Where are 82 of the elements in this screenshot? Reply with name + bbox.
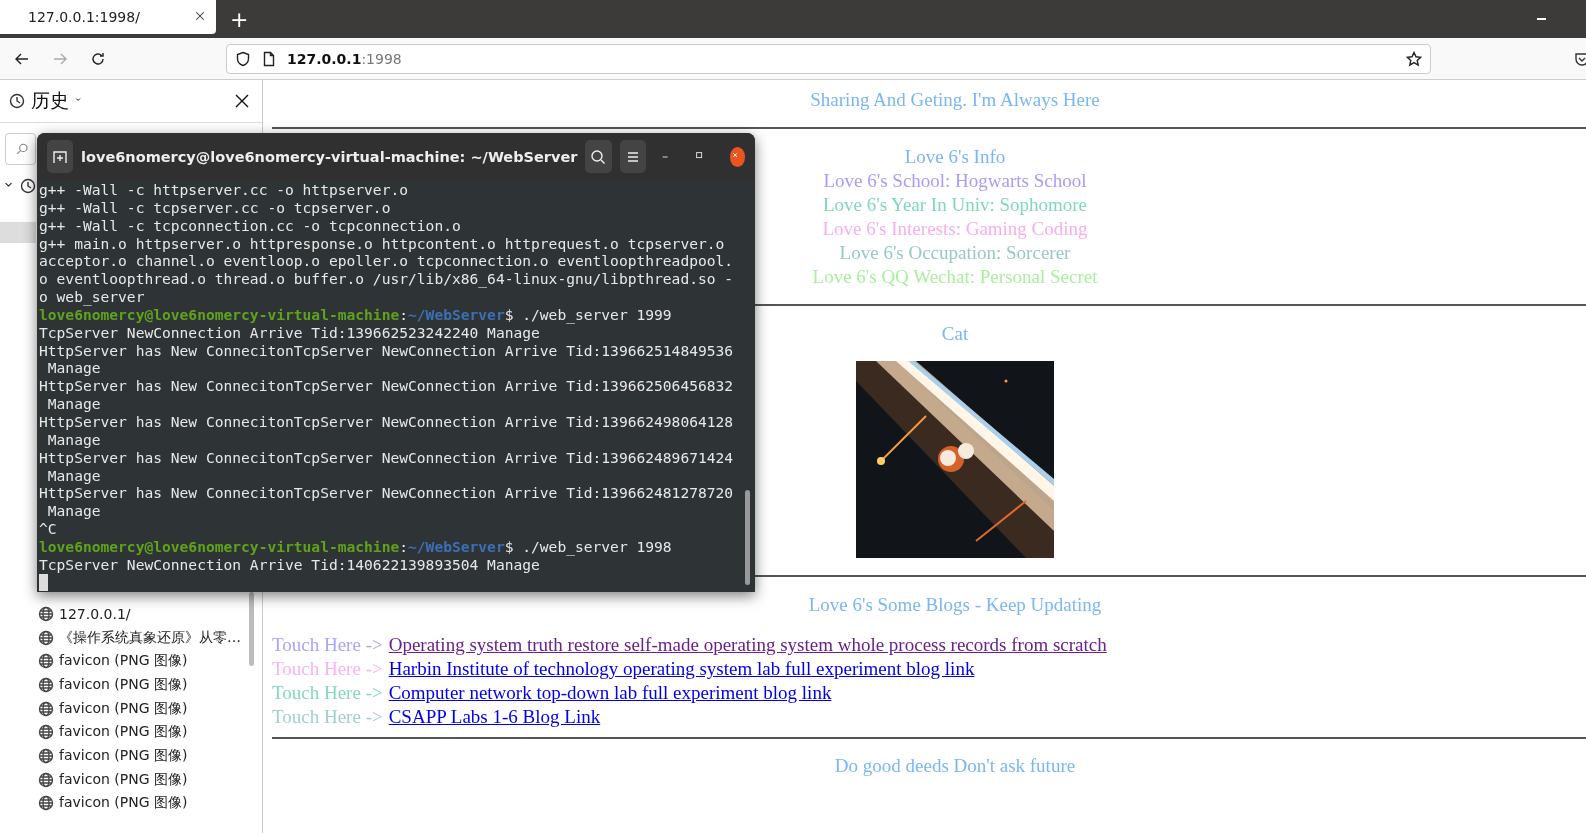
output-line: Manage xyxy=(46,395,102,413)
blogs-title: Love 6's Some Blogs - Keep Updating xyxy=(808,593,1102,617)
pocket-icon xyxy=(1574,50,1586,67)
search-field[interactable] xyxy=(5,133,36,165)
blog-link[interactable]: Operating system truth restore self-made operating system whole process records from scratch xyxy=(388,633,1107,657)
url-text: 127.0.0.1:1998 xyxy=(287,50,402,67)
link-prefix: Touch Here -> xyxy=(272,657,383,681)
blog-link[interactable]: Computer network top-down lab full experiment blog link xyxy=(388,681,832,705)
sidebar-title[interactable]: 历史 xyxy=(31,88,69,114)
history-item[interactable]: favicon (PNG 图像) xyxy=(0,649,262,674)
new-tab-button[interactable] xyxy=(47,140,74,173)
star-icon xyxy=(1406,50,1422,67)
link-prefix: Touch Here -> xyxy=(272,633,383,657)
page-footer: Do good deeds Don't ask future xyxy=(834,754,1076,778)
blog-link[interactable]: CSAPP Labs 1-6 Blog Link xyxy=(388,705,601,729)
globe-icon xyxy=(38,724,54,741)
info-line: Love 6's Interests: Gaming Coding xyxy=(822,217,1088,241)
output-line: TcpServer NewConnection Arrive Tid:140622139893504 Manage xyxy=(39,555,540,574)
output-line: HttpServer has New ConnecitonTcpServer NewConnection Arrive Tid:139662498064128 xyxy=(39,412,735,431)
close-button[interactable] xyxy=(729,146,745,167)
output-line: Manage xyxy=(46,359,102,378)
globe-icon xyxy=(38,700,54,717)
text-cursor xyxy=(39,573,48,591)
history-item[interactable]: 127.0.0.1/ xyxy=(0,602,262,626)
prompt-line: love6nomercy@love6nomercy-virtual-machine:~/WebServer$ ./web_server 1998 xyxy=(39,537,673,556)
history-item[interactable]: favicon (PNG 图像) xyxy=(0,720,262,745)
globe-icon xyxy=(38,795,54,812)
globe-icon xyxy=(38,676,54,693)
new-tab-button[interactable]: + xyxy=(230,7,249,32)
link-prefix: Touch Here -> xyxy=(272,705,383,729)
prompt-line: love6nomercy@love6nomercy-virtual-machine:~/WebServer$ ./web_server 1999 xyxy=(39,305,673,324)
globe-icon xyxy=(38,653,54,670)
reload-icon xyxy=(90,50,106,67)
output-line: Manage xyxy=(46,466,102,485)
output-line: g++ main.o httpserver.o httpresponse.o httpcontent.o httprequest.o tcpserver.o xyxy=(39,234,726,253)
terminal-title: love6nomercy@love6nomercy-virtual-machine: ~/WebServer xyxy=(81,148,578,165)
blog-link[interactable]: Harbin Institute of technology operating system lab full experiment blog link xyxy=(388,657,975,681)
search-icon xyxy=(590,148,607,165)
history-item[interactable]: favicon (PNG 图像) xyxy=(0,696,262,721)
info-line: Love 6's School: Hogwarts School xyxy=(823,169,1087,193)
history-item[interactable]: favicon (PNG 图像) xyxy=(0,791,262,816)
output-line: HttpServer has New ConnecitonTcpServer NewConnection Arrive Tid:139662514849536 xyxy=(39,341,735,360)
output-line: Manage xyxy=(46,430,102,449)
output-line: o eventloopthread.o thread.o buffer.o /usr/lib/x86_64-linux-gnu/libpthread.so - xyxy=(39,270,735,289)
clock-icon xyxy=(20,178,36,194)
output-line: TcpServer NewConnection Arrive Tid:139662523242240 Manage xyxy=(39,323,540,342)
history-item[interactable]: favicon (PNG 图像) xyxy=(0,767,262,792)
output-line: HttpServer has New ConnecitonTcpServer NewConnection Arrive Tid:139662481278720 xyxy=(39,484,735,503)
search-button[interactable] xyxy=(585,140,612,173)
output-line: g++ -Wall -c httpserver.cc -o httpserver.o xyxy=(39,181,410,199)
page-heading: Sharing And Geting. I'm Always Here xyxy=(810,88,1100,112)
output-line: g++ -Wall -c tcpconnection.cc -o tcpconnection.o xyxy=(39,216,462,235)
search-icon xyxy=(16,142,29,156)
output-line: acceptor.o channel.o eventloop.o epoller.o tcpconnection.o eventloopthreadpool. xyxy=(39,252,735,271)
link-prefix: Touch Here -> xyxy=(272,681,383,705)
output-line: ^C xyxy=(39,520,58,538)
history-item[interactable]: 《操作系统真象还原》从零… xyxy=(0,625,262,650)
globe-icon xyxy=(38,629,54,646)
info-line: Love 6's QQ Wechat: Personal Secret xyxy=(812,265,1098,289)
page-icon xyxy=(261,50,277,67)
clock-icon xyxy=(9,93,25,109)
history-item[interactable]: favicon (PNG 图像) xyxy=(0,744,262,768)
browser-tab[interactable]: 127.0.0.1:1998/ xyxy=(0,0,216,34)
output-line: Manage xyxy=(46,502,102,521)
close-icon xyxy=(194,10,206,22)
output-line: g++ -Wall -c tcpserver.cc -o tcpserver.o xyxy=(39,198,392,217)
output-line: HttpServer has New ConnecitonTcpServer NewConnection Arrive Tid:139662506456832 xyxy=(39,377,735,396)
new-tab-icon xyxy=(52,148,69,165)
globe-icon xyxy=(38,771,54,788)
shield-icon xyxy=(235,50,251,67)
globe-icon xyxy=(38,747,54,764)
info-line: Love 6's Info xyxy=(904,145,1006,169)
globe-icon xyxy=(38,605,54,622)
menu-button[interactable] xyxy=(619,140,646,173)
info-line: Love 6's Year In Univ: Sophomore xyxy=(822,193,1088,217)
output-line: HttpServer has New ConnecitonTcpServer NewConnection Arrive Tid:139662489671424 xyxy=(39,448,735,467)
close-icon xyxy=(234,93,250,109)
address-field[interactable]: 127.0.0.1:1998 xyxy=(226,43,1431,74)
history-item[interactable]: favicon (PNG 图像) xyxy=(0,673,262,697)
info-line: Love 6's Occupation: Sorcerer xyxy=(839,241,1071,265)
output-line: o web_server xyxy=(39,288,146,306)
image-title: Cat xyxy=(941,322,969,346)
